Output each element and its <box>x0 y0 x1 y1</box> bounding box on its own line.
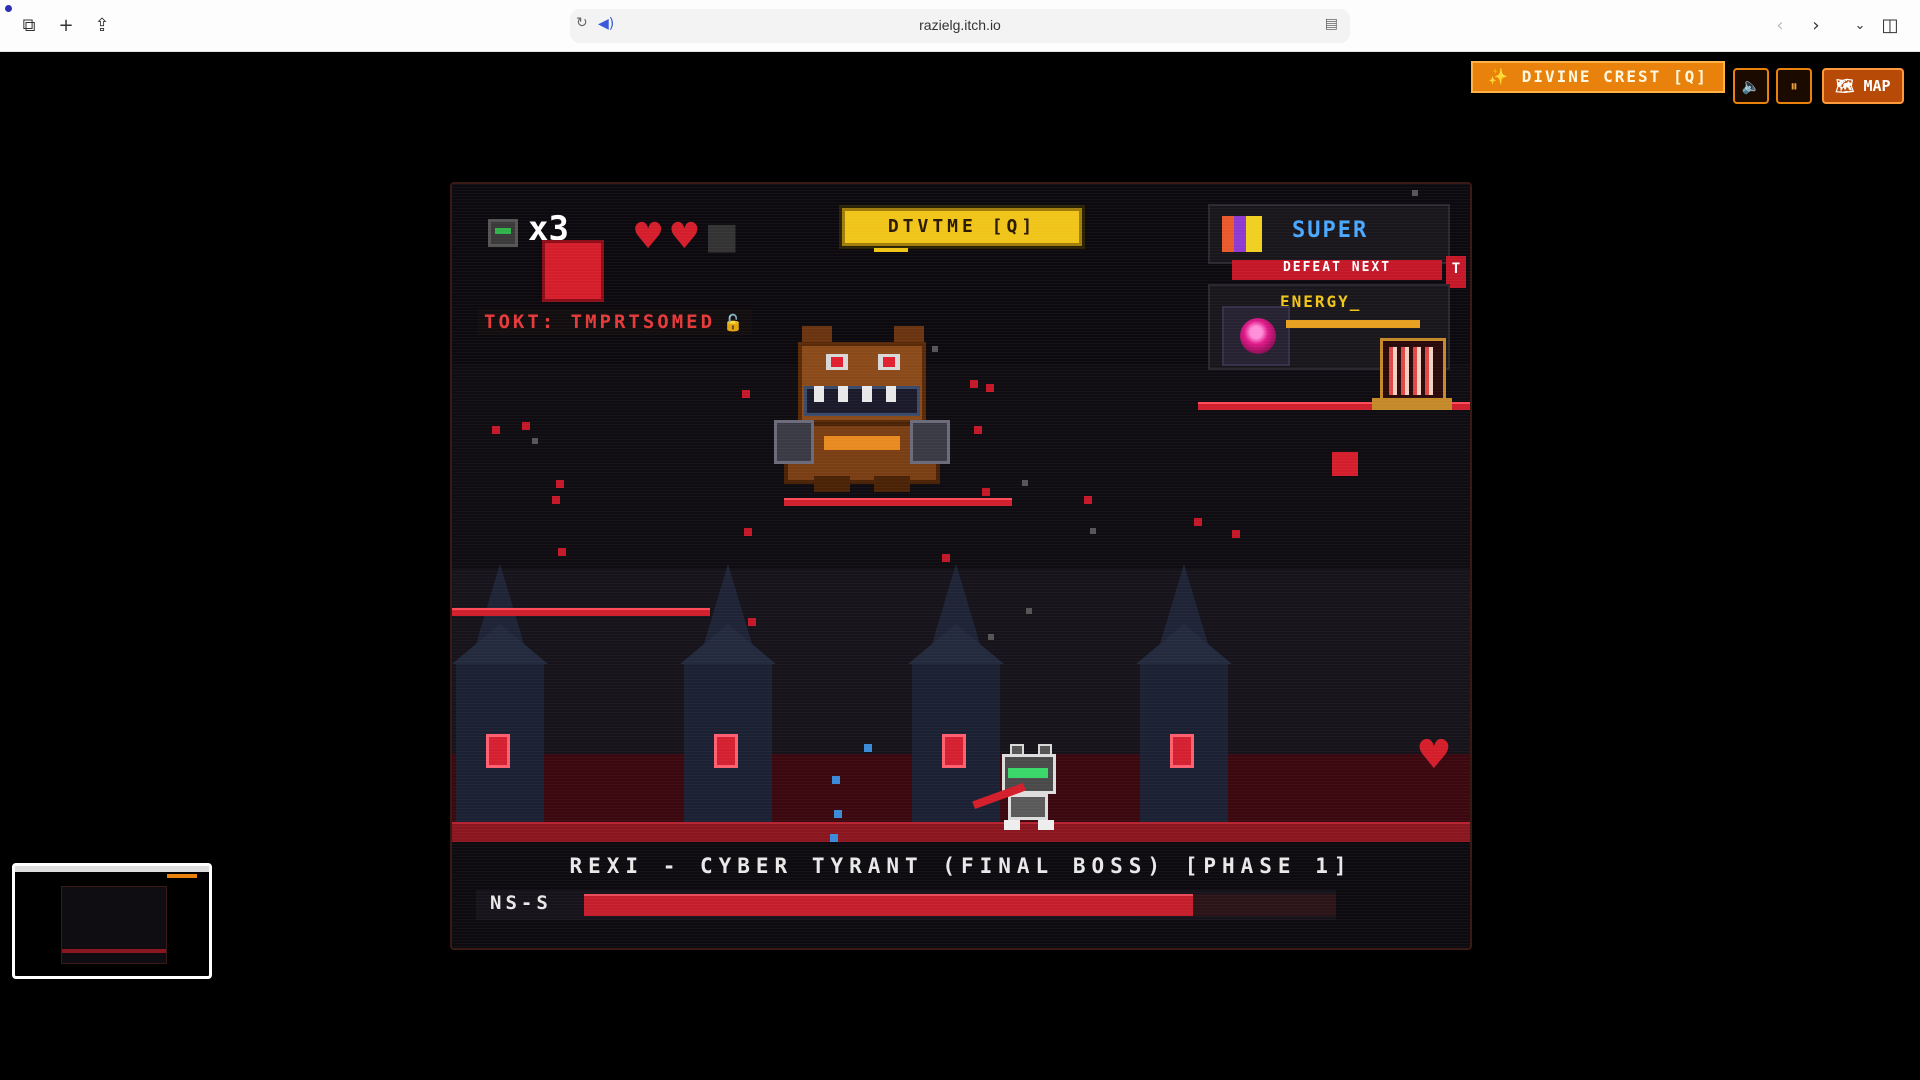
ember-particle <box>1084 496 1092 504</box>
ember-particle-large <box>1332 452 1358 476</box>
debris-particle <box>1026 608 1032 614</box>
reader-mode-icon[interactable]: ▤ <box>1325 16 1338 32</box>
game-canvas[interactable]: x3 ♥ ♥ ■ TOKT: TMPRTSOMED 🔓 DTVTME [Q] SUPE… <box>450 182 1472 950</box>
cat-lives-icon <box>488 219 518 247</box>
ember-particle <box>552 496 560 504</box>
chevron-down-icon[interactable]: ⌄ <box>1848 14 1872 38</box>
ember-particle <box>1194 518 1202 526</box>
energy-spark <box>834 810 842 818</box>
share-icon[interactable]: ⇪ <box>90 14 114 38</box>
sound-button[interactable]: 🔈 <box>1733 68 1769 104</box>
energy-meter <box>1286 320 1420 328</box>
browser-toolbar: ⧉ + ⇪ ↻ ◀) razielg.itch.io ▤ ‹ › ⌄ ◫ <box>0 0 1920 52</box>
super-weapon-panel: SUPER <box>1208 204 1450 264</box>
ember-particle <box>522 422 530 430</box>
token-status-text: TOKT: TMPRTSOMED <box>484 311 716 333</box>
energy-spark <box>832 776 840 784</box>
address-bar[interactable]: ↻ ◀) razielg.itch.io ▤ <box>570 9 1350 43</box>
thumbnail-game <box>61 886 167 964</box>
item-slot-block <box>542 240 604 302</box>
ember-particle <box>970 380 978 388</box>
defeat-next-banner: DEFEAT NEXT <box>1232 260 1442 280</box>
map-button[interactable]: 🗺 MAP <box>1822 68 1904 104</box>
ember-particle <box>742 390 750 398</box>
heart-empty-icon: ■ <box>704 216 739 257</box>
boss-health-bar: NS-S <box>476 890 1336 920</box>
boss-health-track <box>584 894 1336 916</box>
unlocked-icon: 🔓 <box>723 313 746 332</box>
castle-tower <box>452 564 548 822</box>
castle-tower <box>680 564 776 822</box>
back-icon[interactable]: ‹ <box>1768 14 1792 38</box>
caged-prisoner-icon <box>1380 338 1446 404</box>
energy-label: ENERGY_ <box>1280 292 1362 311</box>
pause-icon: ⏸ <box>1790 77 1798 95</box>
platform-left <box>452 608 710 616</box>
thumbnail-crest <box>167 874 197 878</box>
divine-ability-label: DTVTME [Q] <box>842 208 1082 246</box>
boss-rexi-sprite <box>774 326 950 492</box>
energy-orb-icon <box>1222 306 1290 366</box>
thumbnail-chrome <box>15 866 209 872</box>
debris-particle <box>1090 528 1096 534</box>
divine-charge-bar <box>874 248 908 252</box>
background-haze <box>452 364 1470 569</box>
ember-particle <box>974 426 982 434</box>
forward-icon[interactable]: › <box>1804 14 1828 38</box>
boss-health-fill <box>584 894 1194 916</box>
ember-particle <box>748 618 756 626</box>
ground-floor <box>452 822 1470 842</box>
ember-particle <box>986 384 994 392</box>
token-status: TOKT: TMPRTSOMED 🔓 <box>478 309 752 335</box>
ember-particle <box>558 548 566 556</box>
ember-particle <box>1232 530 1240 538</box>
pause-button[interactable]: ⏸ <box>1776 68 1812 104</box>
platform-boss <box>784 498 1012 506</box>
super-label: SUPER <box>1292 218 1369 243</box>
energy-spark <box>864 744 872 752</box>
ember-particle <box>744 528 752 536</box>
debris-particle <box>532 438 538 444</box>
castle-tower <box>1136 564 1232 822</box>
ember-particle <box>982 488 990 496</box>
ember-particle <box>556 480 564 488</box>
ember-particle <box>942 554 950 562</box>
cage-base <box>1372 398 1452 410</box>
new-tab-icon[interactable]: + <box>54 14 78 38</box>
debris-particle <box>1412 190 1418 196</box>
sidebar-icon[interactable]: ◫ <box>1878 14 1902 38</box>
player-cat-sprite <box>972 744 1064 832</box>
debris-particle <box>988 634 994 640</box>
heart-full-icon: ♥ <box>632 216 665 257</box>
energy-spark <box>830 834 838 842</box>
window-indicator-dot <box>5 5 12 12</box>
tab-overview-icon[interactable]: ⧉ <box>17 14 41 38</box>
ember-particle <box>492 426 500 434</box>
health-hearts: ♥ ♥ ■ <box>632 219 743 255</box>
url-text: razielg.itch.io <box>919 17 1001 33</box>
heart-full-icon: ♥ <box>668 216 701 257</box>
page-thumbnail-preview[interactable] <box>12 863 212 979</box>
speaker-icon: 🔈 <box>1741 77 1761 95</box>
divine-crest-button[interactable]: ✨ DIVINE CREST [Q] <box>1471 61 1725 93</box>
super-weapon-icon <box>1222 216 1262 252</box>
boss-health-label: NS-S <box>490 892 552 914</box>
debris-particle <box>1022 480 1028 486</box>
boss-name: REXI - CYBER TYRANT (FINAL BOSS) [PHASE … <box>569 854 1353 878</box>
heart-pickup-icon: ♥ <box>1416 732 1452 778</box>
